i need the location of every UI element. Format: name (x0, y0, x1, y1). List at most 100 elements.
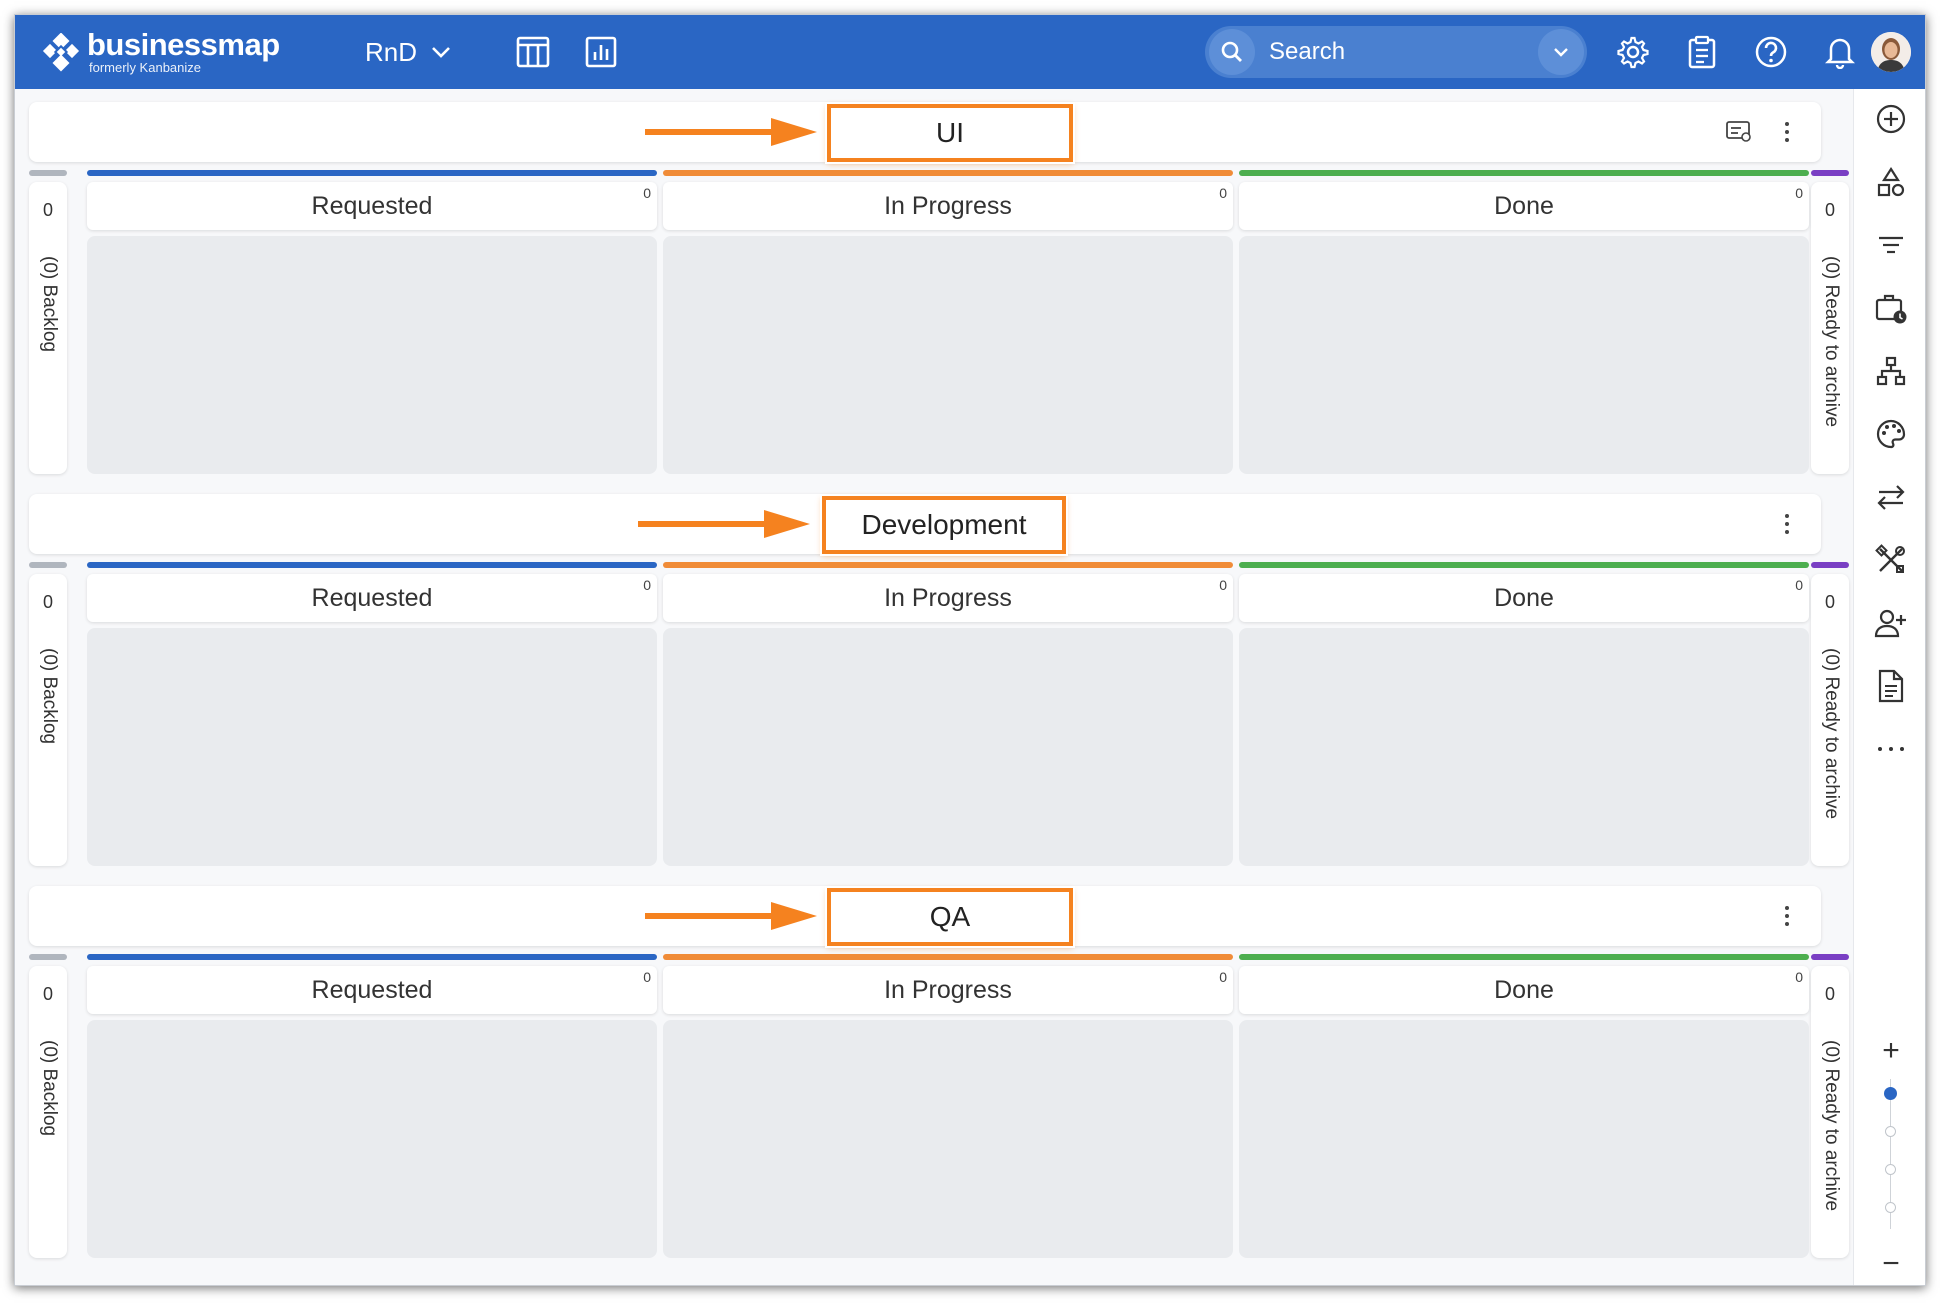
column-title: Done (1494, 975, 1554, 1004)
backlog-column[interactable]: 0 (0) Backlog (29, 182, 67, 474)
column-color-bar (87, 562, 657, 568)
swimlane-menu-icon[interactable] (1779, 508, 1795, 540)
column-count: 0 (42, 984, 53, 1004)
add-icon[interactable] (1873, 101, 1909, 137)
board-cell[interactable] (663, 1020, 1233, 1258)
column-title: Requested (311, 583, 433, 612)
analytics-icon[interactable] (583, 34, 619, 70)
column-label: (0) Backlog (39, 1040, 60, 1137)
zoom-step[interactable] (1885, 1164, 1896, 1175)
board-selector[interactable]: RnD (365, 35, 451, 69)
swimlane-header[interactable]: UI (29, 102, 1821, 162)
column-header[interactable]: In Progress 0 (663, 966, 1233, 1014)
settings-icon[interactable] (1615, 34, 1651, 70)
board-cell[interactable] (87, 628, 657, 866)
add-user-icon[interactable] (1873, 605, 1909, 641)
logo[interactable]: businessmap formerly Kanbanize (41, 29, 280, 77)
document-icon[interactable] (1873, 668, 1909, 704)
column-header[interactable]: In Progress 0 (663, 182, 1233, 230)
board-cell[interactable] (1239, 236, 1809, 474)
column-count: 0 (1824, 984, 1835, 1004)
swimlane-header[interactable]: QA (29, 886, 1821, 946)
column-color-bar (29, 170, 67, 176)
logo-name: businessmap (87, 27, 280, 62)
column-color-bar (1811, 170, 1849, 176)
column-header[interactable]: Done 0 (1239, 966, 1809, 1014)
swimlane-header[interactable]: Development (29, 494, 1821, 554)
search-bar[interactable] (1205, 26, 1587, 78)
column-color-bar (87, 170, 657, 176)
logo-subtitle: formerly Kanbanize (89, 60, 201, 75)
backlog-column[interactable]: 0 (0) Backlog (29, 966, 67, 1258)
swimlane-menu-icon[interactable] (1779, 116, 1795, 148)
column-color-bar (663, 954, 1233, 960)
board: UI 0 (0) Backlog 0 (0) Ready to archive Reque… (29, 89, 1851, 1285)
avatar[interactable] (1871, 32, 1911, 72)
column-count: 0 (42, 200, 53, 220)
ready-to-archive-column[interactable]: 0 (0) Ready to archive (1811, 182, 1849, 474)
bell-icon[interactable] (1822, 34, 1858, 70)
column-wip-count: 0 (643, 577, 651, 593)
grid-view-icon[interactable] (515, 34, 551, 70)
board-cell[interactable] (663, 236, 1233, 474)
column-wip-count: 0 (643, 185, 651, 201)
column-header[interactable]: Done 0 (1239, 574, 1809, 622)
ready-to-archive-column[interactable]: 0 (0) Ready to archive (1811, 966, 1849, 1258)
board-cell[interactable] (663, 628, 1233, 866)
hierarchy-icon[interactable] (1873, 353, 1909, 389)
swap-icon[interactable] (1873, 479, 1909, 515)
column-label: (0) Ready to archive (1821, 256, 1842, 428)
swimlane-menu-icon[interactable] (1779, 900, 1795, 932)
more-icon[interactable] (1873, 731, 1909, 767)
swimlane: Development 0 (0) Backlog 0 (0) Ready to arc… (29, 494, 1851, 874)
board-cell[interactable] (87, 1020, 657, 1258)
column-color-bar (1811, 954, 1849, 960)
app-window: businessmap formerly Kanbanize RnD Searc… (14, 14, 1926, 1286)
column-title: Done (1494, 191, 1554, 220)
column-wip-count: 0 (1219, 969, 1227, 985)
column-color-bar (29, 954, 67, 960)
swimlane-title[interactable]: Development (822, 496, 1066, 554)
logo-icon (42, 33, 80, 72)
swimlane-title[interactable]: QA (827, 888, 1073, 946)
zoom-slider-handle[interactable] (1884, 1087, 1897, 1100)
card-settings-icon[interactable] (1723, 116, 1755, 148)
clipboard-icon[interactable] (1684, 34, 1720, 70)
column-wip-count: 0 (1219, 185, 1227, 201)
column-title: In Progress (884, 191, 1012, 220)
filter-icon[interactable] (1873, 227, 1909, 263)
search-icon[interactable] (1209, 29, 1255, 75)
column-label: (0) Ready to archive (1821, 1040, 1842, 1212)
ready-to-archive-column[interactable]: 0 (0) Ready to archive (1811, 574, 1849, 866)
board-cell[interactable] (87, 236, 657, 474)
board-cell[interactable] (1239, 1020, 1809, 1258)
shapes-icon[interactable] (1873, 164, 1909, 200)
tools-icon[interactable] (1873, 542, 1909, 578)
palette-icon[interactable] (1873, 416, 1909, 452)
column-color-bar (1239, 562, 1809, 568)
swimlane-title[interactable]: UI (827, 104, 1073, 162)
column-header[interactable]: Requested 0 (87, 966, 657, 1014)
zoom-out-button[interactable]: − (1873, 1246, 1909, 1282)
column-header[interactable]: In Progress 0 (663, 574, 1233, 622)
column-color-bar (87, 954, 657, 960)
column-color-bar (663, 170, 1233, 176)
board-name: RnD (365, 36, 418, 67)
zoom-step[interactable] (1885, 1202, 1896, 1213)
backlog-column[interactable]: 0 (0) Backlog (29, 574, 67, 866)
zoom-step[interactable] (1885, 1126, 1896, 1137)
column-color-bar (29, 562, 67, 568)
column-header[interactable]: Requested 0 (87, 182, 657, 230)
column-header[interactable]: Requested 0 (87, 574, 657, 622)
chevron-down-icon (432, 47, 450, 58)
help-icon[interactable] (1753, 34, 1789, 70)
zoom-in-button[interactable]: + (1873, 1033, 1909, 1069)
column-header[interactable]: Done 0 (1239, 182, 1809, 230)
annotation-arrow-icon (645, 902, 817, 930)
briefcase-clock-icon[interactable] (1873, 290, 1909, 326)
right-toolbar: + − (1853, 89, 1925, 1285)
board-cell[interactable] (1239, 628, 1809, 866)
search-dropdown-chevron-icon[interactable] (1538, 29, 1584, 75)
search-input[interactable] (1269, 38, 1519, 66)
column-count: 0 (42, 592, 53, 612)
